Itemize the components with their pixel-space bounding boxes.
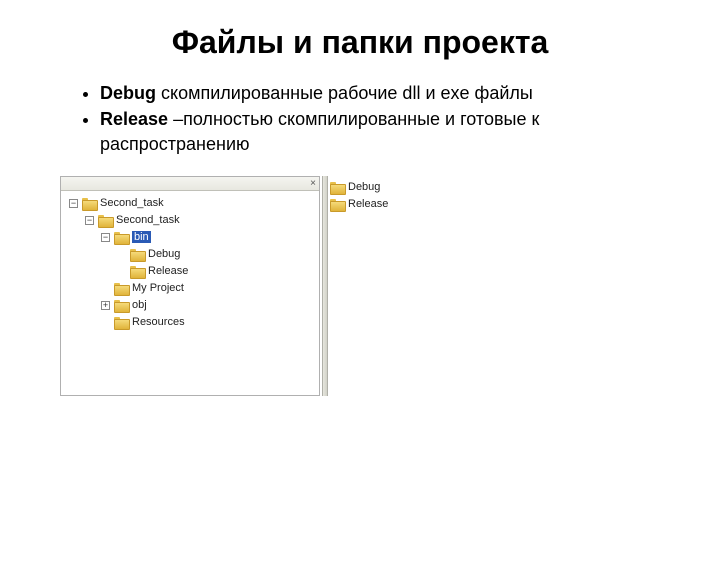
toggle-empty [101,284,110,293]
indent [63,322,101,323]
folder-icon [114,300,128,311]
tree-node[interactable]: − bin [63,229,317,246]
tree-node[interactable]: Debug [63,246,317,263]
tree-node[interactable]: Release [63,263,317,280]
folder-icon [130,249,144,260]
list-item-label: Release [348,198,388,210]
folder-icon [82,198,96,209]
folder-icon [114,317,128,328]
list-item[interactable]: Debug [330,179,440,196]
tree-label: My Project [132,282,184,294]
bullet-list: Debug скомпилированные рабочие dll и exe… [60,81,680,156]
tree-node[interactable]: − Second_task [63,195,317,212]
panel-header: × [61,177,319,191]
panel-splitter[interactable] [322,176,328,396]
bullet-item: Debug скомпилированные рабочие dll и exe… [100,81,680,105]
tree-node[interactable]: − Second_task [63,212,317,229]
folder-tree: − Second_task − Second_task − bin D [61,191,319,335]
collapse-icon[interactable]: − [101,233,110,242]
toggle-empty [117,250,126,259]
folder-icon [330,182,344,193]
tree-label: Resources [132,316,185,328]
folder-icon [130,266,144,277]
bullet-item: Release –полностью скомпилированные и го… [100,107,680,156]
indent [63,254,117,255]
folder-icon [98,215,112,226]
tree-label: Debug [148,248,180,260]
tree-node[interactable]: My Project [63,280,317,297]
collapse-icon[interactable]: − [69,199,78,208]
list-item[interactable]: Release [330,196,440,213]
indent [63,220,85,221]
toggle-empty [101,318,110,327]
folder-contents: Debug Release [330,176,440,213]
indent [63,237,101,238]
slide-title: Файлы и папки проекта [0,24,720,61]
indent [63,271,117,272]
list-item-label: Debug [348,181,380,193]
bullet-bold: Release [100,109,168,129]
indent [63,305,101,306]
toggle-empty [117,267,126,276]
tree-label: Release [148,265,188,277]
tree-label: Second_task [116,214,180,226]
collapse-icon[interactable]: − [85,216,94,225]
folder-icon [114,283,128,294]
tree-node[interactable]: + obj [63,297,317,314]
tree-label: Second_task [100,197,164,209]
indent [63,288,101,289]
tree-label: obj [132,299,147,311]
tree-node[interactable]: Resources [63,314,317,331]
tree-label-selected: bin [132,231,151,243]
close-icon[interactable]: × [310,178,316,190]
bullet-text: скомпилированные рабочие dll и exe файлы [156,83,533,103]
explorer-screenshot: × − Second_task − Second_task − bin [60,176,440,396]
expand-icon[interactable]: + [101,301,110,310]
folder-icon [114,232,128,243]
folder-tree-panel: × − Second_task − Second_task − bin [60,176,320,396]
folder-icon [330,199,344,210]
bullet-bold: Debug [100,83,156,103]
